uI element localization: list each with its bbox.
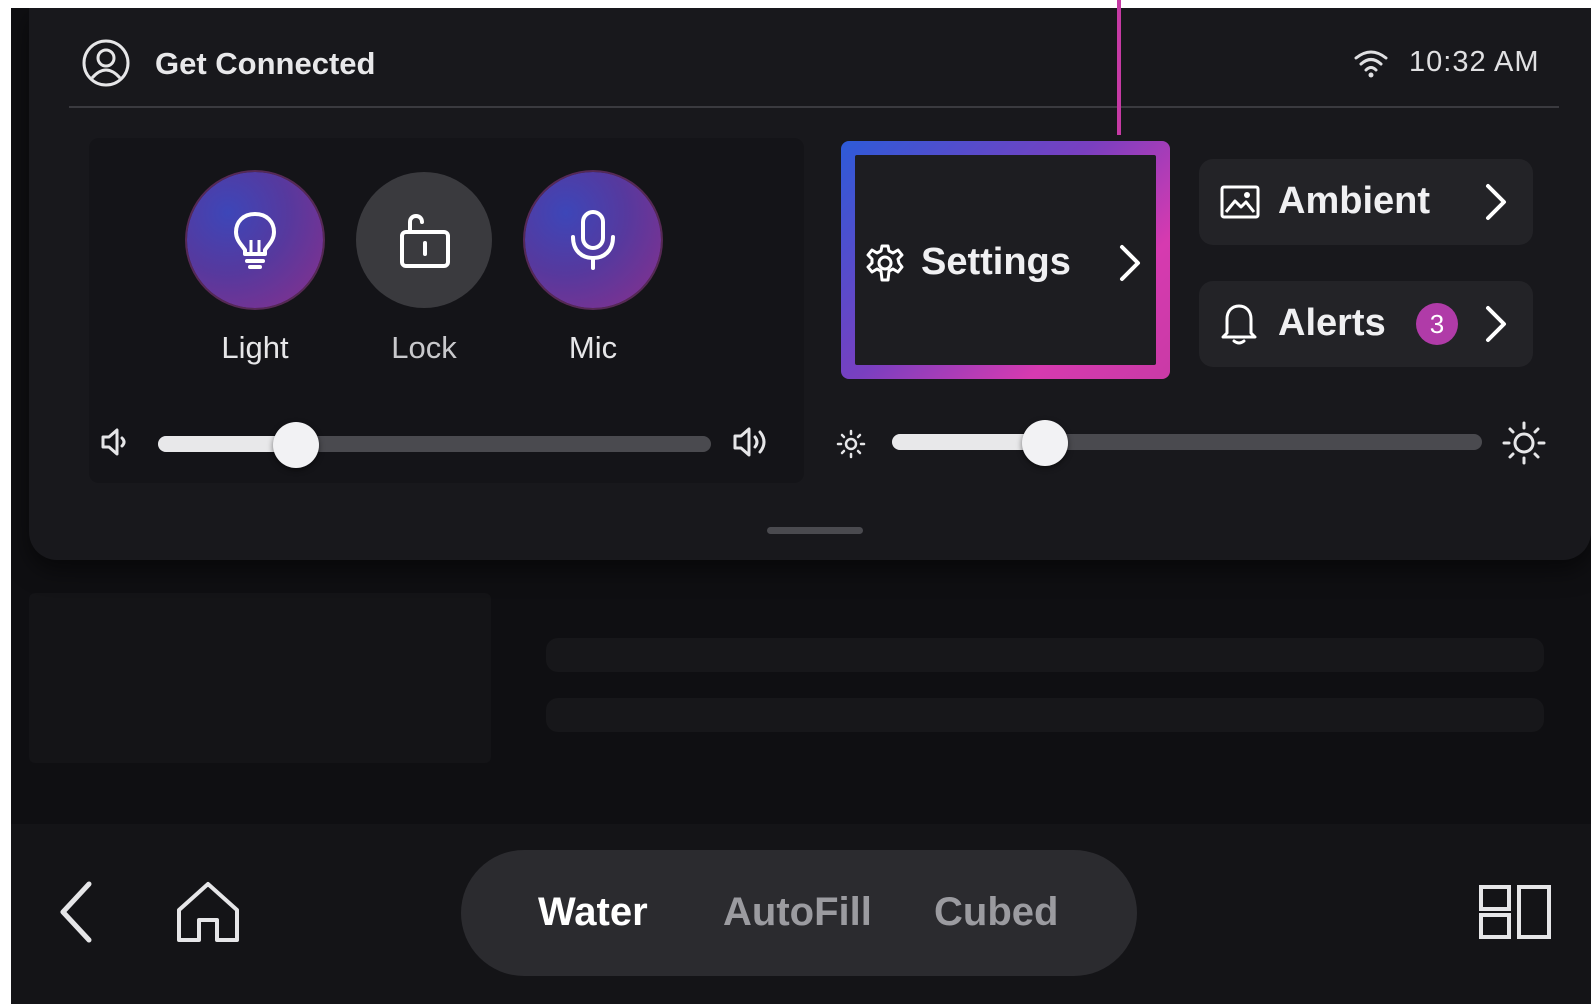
ambient-tile[interactable]: Ambient	[1199, 159, 1533, 245]
callout-line	[1117, 0, 1121, 135]
tab-autofill[interactable]: AutoFill	[723, 890, 872, 935]
bottom-navigation-bar: Water AutoFill Cubed	[11, 824, 1591, 1004]
clock-time: 10:32 AM	[1409, 46, 1540, 78]
brightness-slider-thumb[interactable]	[1022, 420, 1069, 466]
volume-slider-thumb[interactable]	[273, 422, 320, 468]
lock-label: Lock	[391, 330, 457, 365]
tab-water[interactable]: Water	[538, 890, 648, 935]
background-row	[546, 638, 1544, 672]
brightness-low-icon	[836, 429, 866, 459]
alerts-count-badge: 3	[1416, 303, 1458, 345]
mic-label: Mic	[568, 330, 618, 365]
volume-low-icon	[101, 428, 126, 456]
alerts-tile[interactable]: Alerts 3	[1199, 281, 1533, 367]
get-connected-link[interactable]: Get Connected	[155, 46, 375, 82]
quick-settings-panel: Get Connected 10:32 AM Light Lock Mic Se…	[29, 8, 1591, 560]
wifi-icon	[1354, 50, 1388, 78]
ambient-label: Ambient	[1278, 180, 1430, 222]
microphone-icon	[571, 210, 615, 270]
gear-icon	[866, 244, 904, 282]
profile-icon[interactable]	[81, 38, 131, 88]
status-bar: Get Connected 10:32 AM	[69, 8, 1559, 108]
lightbulb-icon	[234, 212, 276, 269]
panel-drag-handle[interactable]	[767, 527, 863, 534]
lock-toggle-button[interactable]	[356, 172, 492, 308]
unlock-icon	[400, 214, 450, 268]
device-screen: Get Connected 10:32 AM Light Lock Mic Se…	[11, 8, 1591, 1004]
light-label: Light	[221, 330, 289, 365]
chevron-right-icon	[1486, 184, 1506, 220]
bell-icon	[1221, 304, 1257, 345]
background-card	[29, 593, 491, 763]
mic-toggle-button[interactable]	[525, 172, 661, 308]
chevron-right-icon	[1486, 306, 1506, 342]
dispenser-mode-selector: Water AutoFill Cubed	[461, 850, 1137, 976]
settings-label: Settings	[921, 241, 1071, 283]
alerts-label: Alerts	[1278, 302, 1386, 344]
tab-cubed[interactable]: Cubed	[934, 890, 1058, 935]
chevron-right-icon	[1120, 245, 1140, 281]
brightness-slider[interactable]	[892, 420, 1482, 466]
volume-slider[interactable]	[158, 422, 711, 468]
image-icon	[1220, 185, 1260, 219]
brightness-high-icon	[1502, 421, 1546, 465]
home-icon[interactable]	[175, 880, 241, 944]
background-row	[546, 698, 1544, 732]
volume-high-icon	[733, 427, 766, 457]
layout-icon[interactable]	[1478, 884, 1552, 940]
settings-tile[interactable]: Settings	[855, 155, 1156, 365]
back-icon[interactable]	[57, 880, 97, 944]
light-toggle-button[interactable]	[187, 172, 323, 308]
settings-highlight-frame: Settings	[841, 141, 1170, 379]
